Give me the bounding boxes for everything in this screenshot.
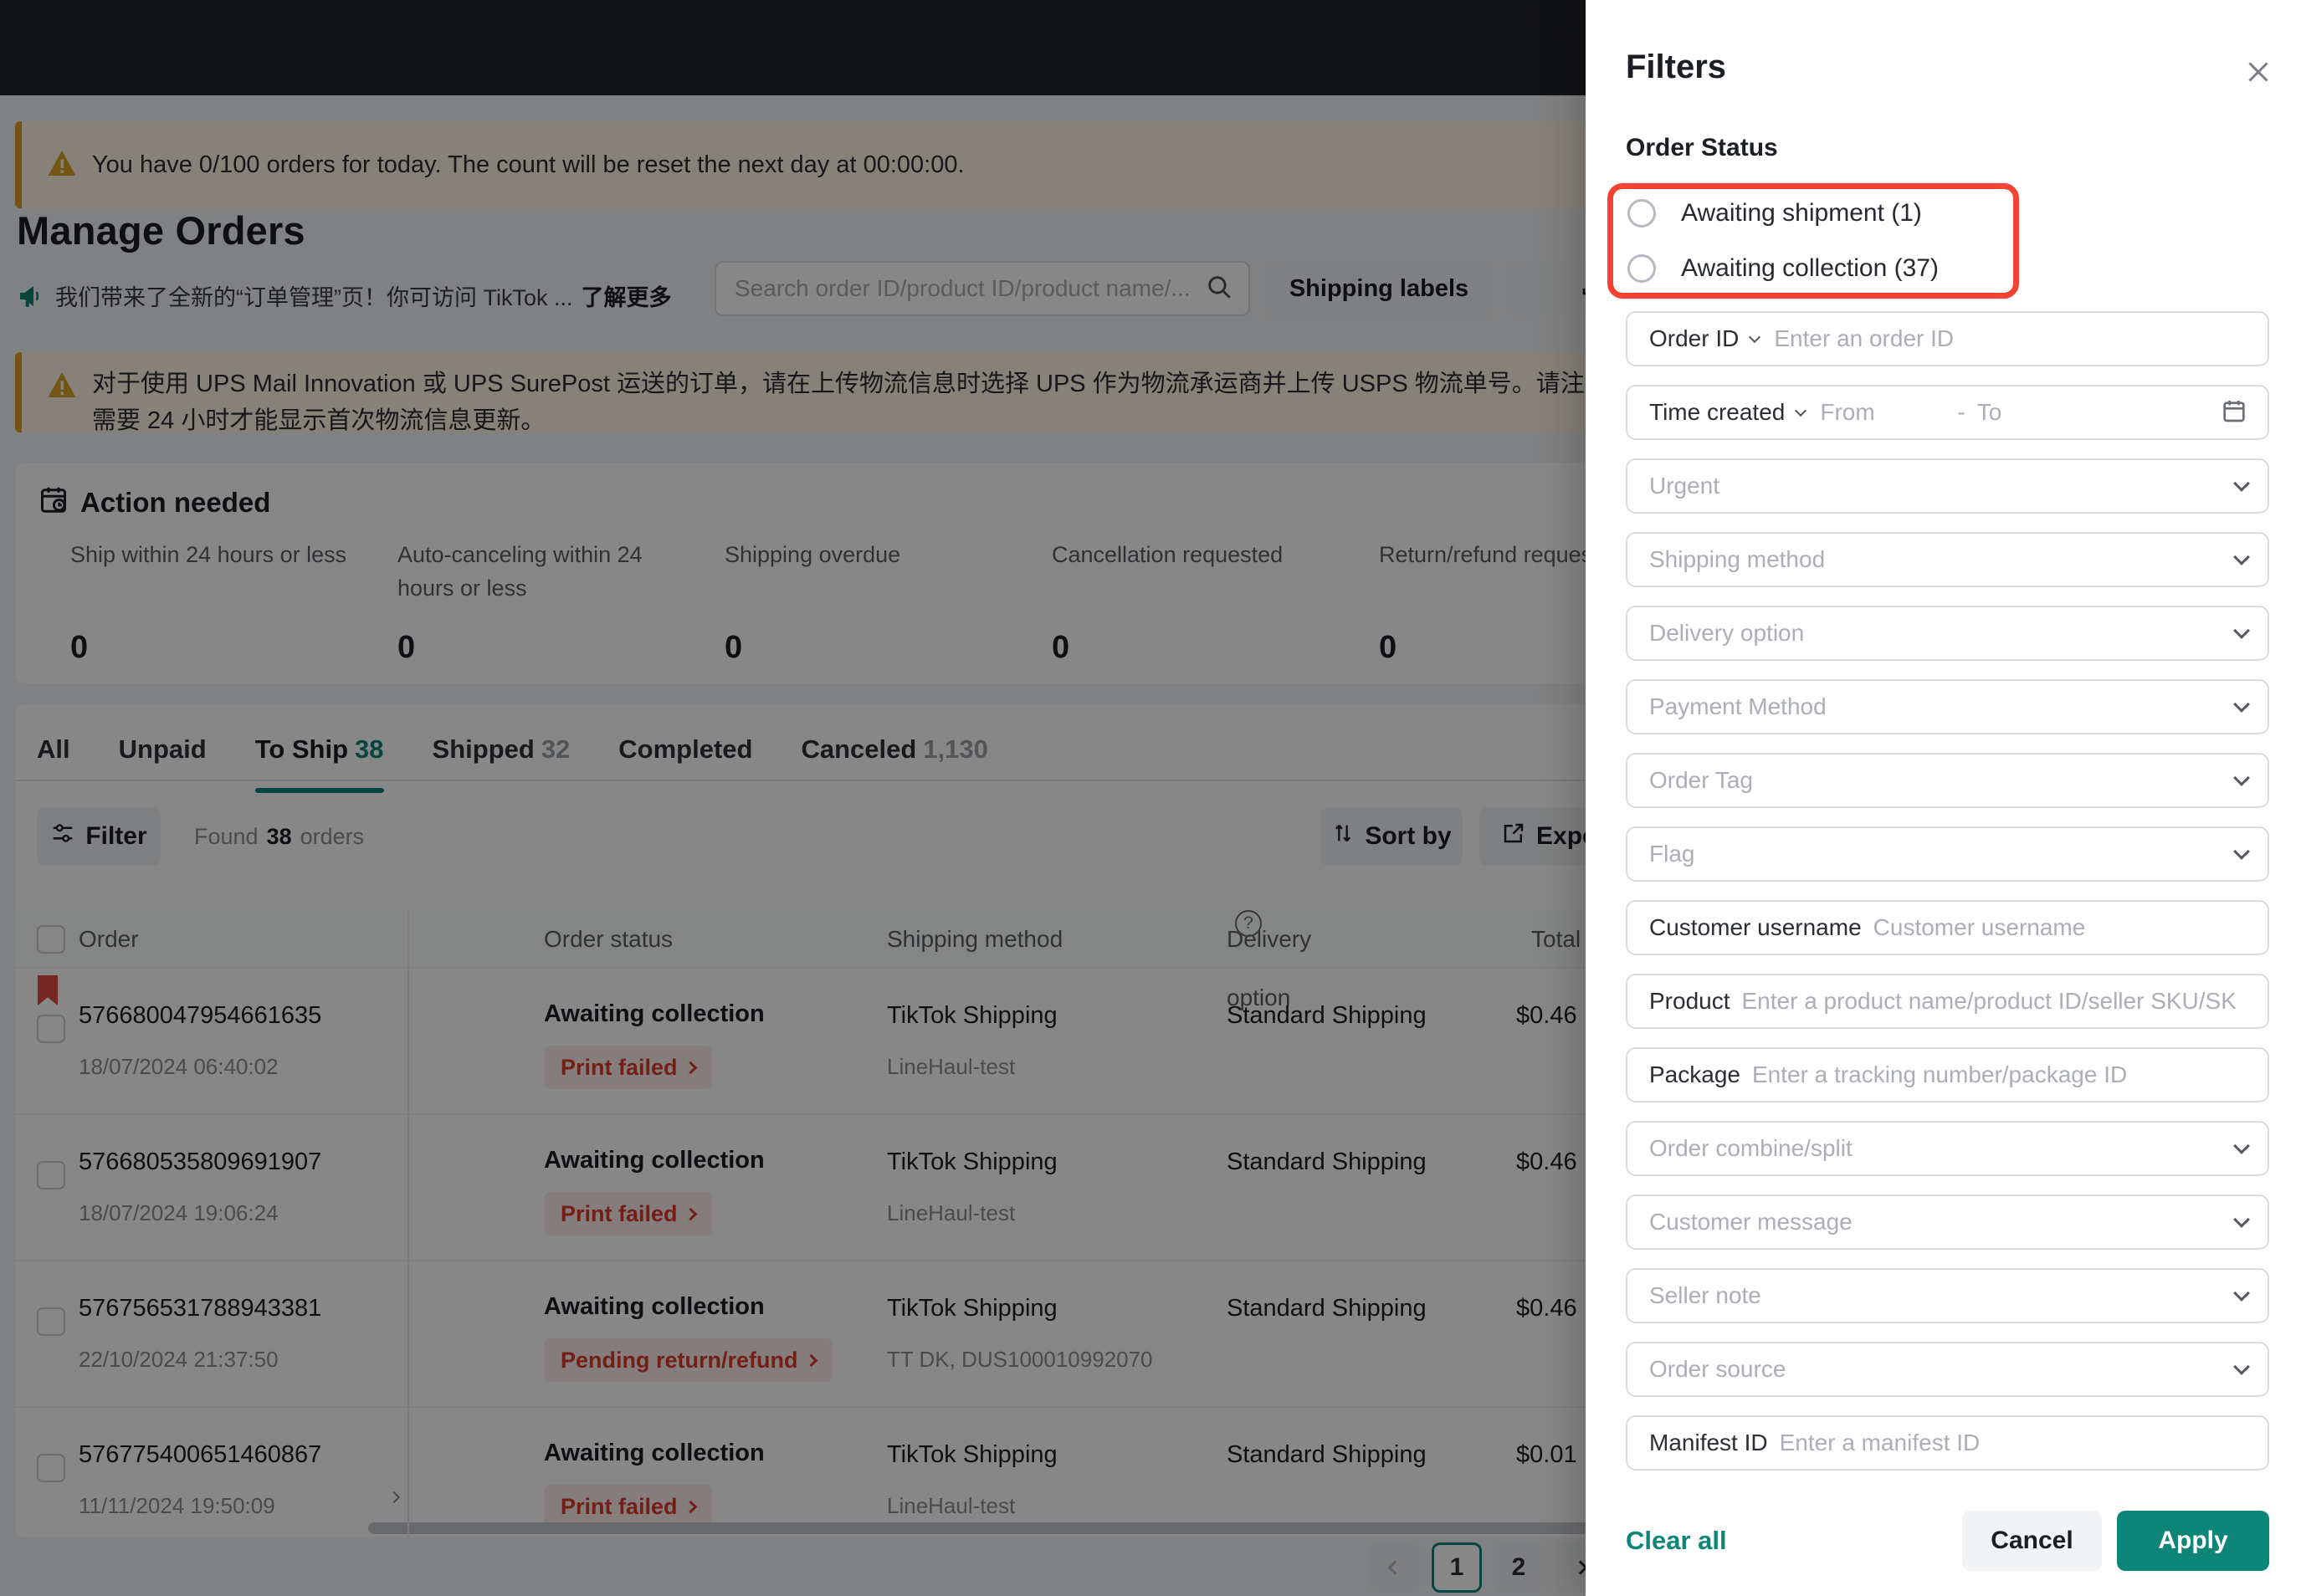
radio-icon[interactable] <box>1627 254 1656 283</box>
filter-field-product: Product <box>1626 974 2269 1029</box>
cancel-button[interactable]: Cancel <box>1962 1511 2102 1571</box>
filter-text-input[interactable] <box>1779 1430 2247 1456</box>
close-icon[interactable] <box>2243 57 2273 91</box>
chevron-down-icon <box>2233 622 2250 639</box>
filter-text-input[interactable] <box>1751 1061 2247 1088</box>
chevron-down-icon <box>2233 843 2250 860</box>
order-status-label: Order Status <box>1626 134 1778 161</box>
chevron-down-icon <box>2233 1138 2250 1154</box>
filter-text-input[interactable] <box>1873 914 2247 941</box>
filters-footer: Clear all Cancel Apply <box>1626 1511 2269 1571</box>
filter-field-urgent[interactable]: Urgent <box>1626 458 2269 514</box>
filter-field-delivery-option[interactable]: Delivery option <box>1626 606 2269 661</box>
chevron-down-icon <box>2233 1358 2250 1375</box>
filter-field-customer-username: Customer username <box>1626 900 2269 955</box>
filter-field-shipping-method[interactable]: Shipping method <box>1626 532 2269 587</box>
filter-field-seller-note[interactable]: Seller note <box>1626 1268 2269 1323</box>
chevron-down-icon <box>1766 1436 1781 1450</box>
order-status-option[interactable]: Awaiting shipment (1) <box>1627 186 1939 241</box>
filter-text-input[interactable] <box>1774 325 2247 352</box>
filter-field-payment-method[interactable]: Payment Method <box>1626 679 2269 734</box>
filter-field-order-source[interactable]: Order source <box>1626 1342 2269 1397</box>
order-status-option[interactable]: Awaiting collection (37) <box>1627 241 1939 296</box>
filter-field-order-tag[interactable]: Order Tag <box>1626 753 2269 808</box>
filter-field-order-id: Order ID <box>1626 311 2269 366</box>
filters-panel: Filters Order Status Awaiting shipment (… <box>1586 0 2301 1596</box>
filters-panel-title: Filters <box>1626 49 1727 85</box>
clear-all-link[interactable]: Clear all <box>1626 1526 1727 1556</box>
manage-orders-page: You have 0/100 orders for today. The cou… <box>0 0 2301 1596</box>
date-to-input[interactable] <box>1976 399 2103 426</box>
filter-fields: Order ID Time created - Urgent Shipping … <box>1626 311 2269 1489</box>
chevron-down-icon <box>1739 1068 1753 1082</box>
dim-overlay <box>0 0 1586 1596</box>
filter-field-package: Package <box>1626 1047 2269 1102</box>
order-status-options: Awaiting shipment (1) Awaiting collectio… <box>1627 186 1939 296</box>
chevron-down-icon <box>2233 1211 2250 1228</box>
filter-field-flag[interactable]: Flag <box>1626 826 2269 882</box>
chevron-down-icon <box>1795 404 1807 417</box>
chevron-down-icon <box>2233 770 2250 786</box>
filter-text-input[interactable] <box>1741 988 2247 1015</box>
chevron-down-icon <box>1860 921 1874 935</box>
filter-field-order-combine-split[interactable]: Order combine/split <box>1626 1121 2269 1176</box>
filter-field-time-created: Time created - <box>1626 385 2269 440</box>
chevron-down-icon <box>2233 696 2250 713</box>
filter-field-customer-message[interactable]: Customer message <box>1626 1194 2269 1250</box>
radio-icon[interactable] <box>1627 199 1656 228</box>
apply-button[interactable]: Apply <box>2117 1511 2269 1571</box>
chevron-down-icon <box>1749 330 1761 344</box>
chevron-down-icon <box>2233 549 2250 565</box>
calendar-icon[interactable] <box>2221 397 2247 428</box>
chevron-down-icon <box>1729 995 1743 1009</box>
filter-field-manifest-id: Manifest ID <box>1626 1415 2269 1471</box>
chevron-down-icon <box>2233 1285 2250 1302</box>
chevron-down-icon <box>2233 475 2250 492</box>
date-from-input[interactable] <box>1820 399 1946 426</box>
